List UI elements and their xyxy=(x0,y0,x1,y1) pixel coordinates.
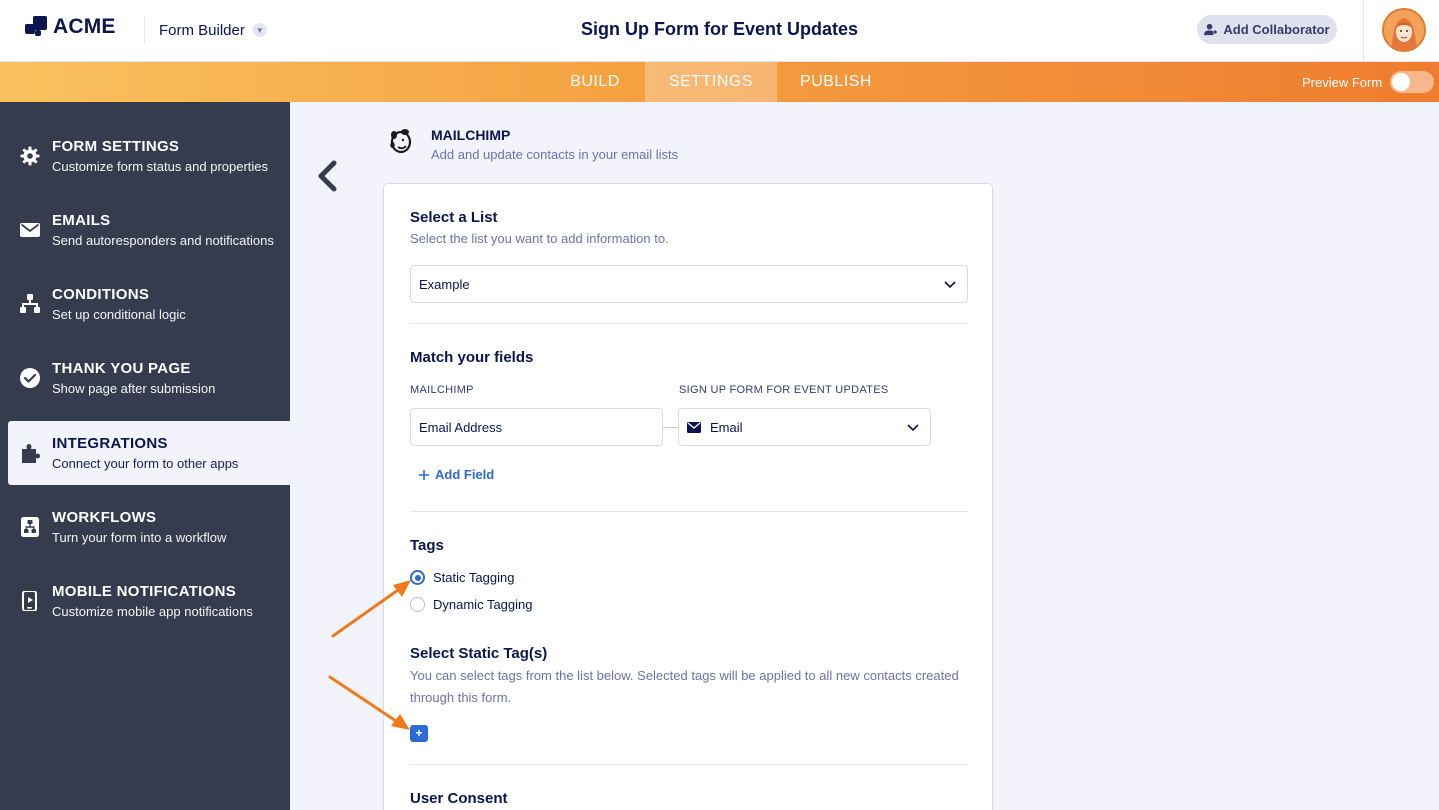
tab-build[interactable]: BUILD xyxy=(545,62,645,102)
select-list-title: Select a List xyxy=(410,209,498,226)
product-menu-label: Form Builder xyxy=(159,21,245,39)
toggle-knob xyxy=(1392,73,1411,91)
tags-title: Tags xyxy=(410,537,444,554)
envelope-icon xyxy=(687,421,701,433)
header-divider xyxy=(1363,0,1364,62)
section-divider xyxy=(410,511,968,512)
preview-form-label: Preview Form xyxy=(1302,74,1383,90)
preview-form-control: Preview Form xyxy=(1302,62,1435,102)
sidebar-item-subtitle: Customize form status and properties xyxy=(52,159,269,174)
sidebar-item-subtitle: Customize mobile app notifications xyxy=(52,604,253,619)
dynamic-tagging-label: Dynamic Tagging xyxy=(433,597,533,612)
sidebar-item-conditions[interactable]: CONDITIONS Set up conditional logic xyxy=(0,272,290,336)
sidebar-item-title: MOBILE NOTIFICATIONS xyxy=(52,583,237,600)
sidebar-item-mobile-notifications[interactable]: MOBILE NOTIFICATIONS Customize mobile ap… xyxy=(0,569,290,633)
chevron-down-icon: ▼ xyxy=(252,23,267,37)
sidebar-item-subtitle: Send autoresponders and notifications xyxy=(52,233,274,248)
section-divider xyxy=(410,323,968,324)
preview-form-toggle[interactable] xyxy=(1390,71,1435,93)
sidebar-item-title: EMAILS xyxy=(52,212,111,229)
radio-unchecked[interactable] xyxy=(410,597,425,612)
mailchimp-field-value: Email Address xyxy=(419,419,503,435)
add-tag-button[interactable]: + xyxy=(410,725,428,742)
select-list-description: Select the list you want to add informat… xyxy=(410,231,669,246)
mailchimp-icon xyxy=(390,129,412,154)
logo-icon xyxy=(25,16,47,38)
field-connector-line xyxy=(663,427,678,428)
hierarchy-icon xyxy=(20,294,40,313)
integration-name: MAILCHIMP xyxy=(431,127,511,143)
section-divider xyxy=(410,764,968,765)
add-collaborator-label: Add Collaborator xyxy=(1223,22,1330,37)
sidebar-item-subtitle: Set up conditional logic xyxy=(52,307,186,322)
radio-checked[interactable] xyxy=(410,570,425,585)
avatar[interactable] xyxy=(1382,8,1426,52)
match-fields-title: Match your fields xyxy=(410,349,534,366)
add-collaborator-button[interactable]: Add Collaborator xyxy=(1197,15,1337,44)
form-field-value: Email xyxy=(710,419,743,435)
product-menu[interactable]: Form Builder ▼ xyxy=(144,16,267,44)
list-select[interactable]: Example xyxy=(410,265,968,303)
sidebar-item-form-settings[interactable]: FORM SETTINGS Customize form status and … xyxy=(0,124,290,188)
sidebar-item-integrations[interactable]: INTEGRATIONS Connect your form to other … xyxy=(8,421,290,485)
static-tags-description: You can select tags from the list below.… xyxy=(410,668,959,705)
sidebar-item-title: INTEGRATIONS xyxy=(52,435,168,452)
sidebar-item-title: THANK YOU PAGE xyxy=(52,360,191,377)
add-field-button[interactable]: Add Field xyxy=(419,467,494,482)
settings-sidebar: FORM SETTINGS Customize form status and … xyxy=(0,102,290,810)
tab-settings[interactable]: SETTINGS xyxy=(645,62,777,102)
list-select-value: Example xyxy=(419,276,470,292)
envelope-icon xyxy=(20,223,40,237)
acme-logo[interactable]: ACME xyxy=(25,15,116,39)
sidebar-item-subtitle: Connect your form to other apps xyxy=(52,456,239,471)
puzzle-icon xyxy=(22,444,40,463)
top-header: ACME Form Builder ▼ Sign Up Form for Eve… xyxy=(0,0,1439,62)
form-column-label: SIGN UP FORM FOR EVENT UPDATES xyxy=(679,384,889,396)
dynamic-tagging-option[interactable]: Dynamic Tagging xyxy=(410,597,532,612)
sidebar-item-workflows[interactable]: WORKFLOWS Turn your form into a workflow xyxy=(0,495,290,559)
chevron-down-icon xyxy=(907,424,919,432)
form-field-select[interactable]: Email xyxy=(678,408,931,446)
user-consent-title: User Consent xyxy=(410,790,508,807)
sidebar-item-thank-you-page[interactable]: THANK YOU PAGE Show page after submissio… xyxy=(0,346,290,410)
sidebar-item-title: FORM SETTINGS xyxy=(52,138,180,155)
sidebar-item-subtitle: Show page after submission xyxy=(52,381,216,396)
sidebar-item-title: CONDITIONS xyxy=(52,286,150,303)
main-nav: BUILD SETTINGS PUBLISH Preview Form xyxy=(0,62,1439,102)
add-field-label: Add Field xyxy=(435,467,495,482)
static-tagging-label: Static Tagging xyxy=(433,570,515,585)
sidebar-item-title: WORKFLOWS xyxy=(52,509,157,526)
static-tags-title: Select Static Tag(s) xyxy=(410,645,548,662)
check-circle-icon xyxy=(20,368,40,388)
add-user-icon xyxy=(1204,23,1218,36)
sidebar-item-subtitle: Turn your form into a workflow xyxy=(52,530,227,545)
mailchimp-field-input[interactable]: Email Address xyxy=(410,408,663,446)
tab-publish[interactable]: PUBLISH xyxy=(777,62,895,102)
mailchimp-column-label: MAILCHIMP xyxy=(410,384,474,396)
chevron-down-icon xyxy=(944,281,956,289)
workflow-icon xyxy=(21,517,39,537)
avatar-illustration xyxy=(1384,10,1424,50)
mobile-icon xyxy=(22,591,37,611)
logo-text: ACME xyxy=(53,15,116,38)
integration-settings-card: Select a List Select the list you want t… xyxy=(383,183,993,810)
plus-icon xyxy=(419,469,429,480)
back-arrow-icon[interactable] xyxy=(314,160,340,192)
sidebar-item-emails[interactable]: EMAILS Send autoresponders and notificat… xyxy=(0,198,290,262)
integration-description: Add and update contacts in your email li… xyxy=(431,147,679,162)
gear-icon xyxy=(20,146,40,166)
static-tagging-option[interactable]: Static Tagging xyxy=(410,570,514,585)
